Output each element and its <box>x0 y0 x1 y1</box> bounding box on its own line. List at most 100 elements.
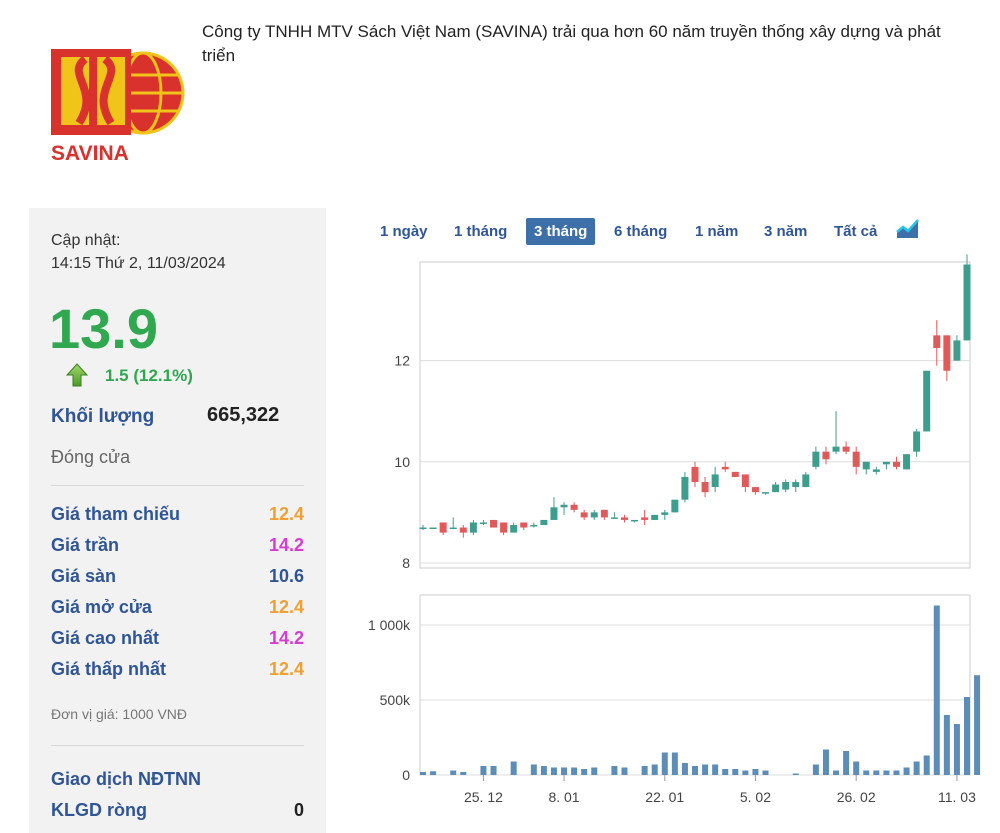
row-label: Giá trần <box>51 535 120 555</box>
volume-bar <box>530 764 537 775</box>
date-tick-label: 22. 01 <box>645 789 684 805</box>
volume-bar <box>833 770 840 775</box>
candle-body <box>691 466 699 483</box>
volume-bar <box>953 724 960 775</box>
volume-bar <box>722 769 729 775</box>
volume-bar <box>792 773 799 775</box>
row-label: KLGD ròng <box>51 800 147 820</box>
area-chart-icon[interactable] <box>896 218 920 245</box>
quote-panel: Cập nhật: 14:15 Thứ 2, 11/03/2024 13.9 1… <box>29 208 326 833</box>
candle-body <box>852 451 860 467</box>
volume-bar <box>450 770 457 775</box>
row-reference-price: Giá tham chiếu 12.4 <box>51 504 304 532</box>
arrow-up-icon <box>65 363 89 387</box>
candle-body <box>832 446 840 452</box>
tab-1-month[interactable]: 1 tháng <box>454 218 507 245</box>
candle-body <box>610 517 618 519</box>
logo-text: SAVINA <box>51 142 129 165</box>
candle-body <box>479 522 487 524</box>
volume-bar <box>420 772 426 775</box>
volume-bar <box>550 767 557 775</box>
candle-body <box>671 499 679 513</box>
candle-body <box>560 504 568 508</box>
tab-3-months[interactable]: 3 tháng <box>526 218 596 245</box>
row-ceiling-price: Giá trần 14.2 <box>51 535 304 563</box>
volume-bar <box>561 767 568 775</box>
tab-1-day[interactable]: 1 ngày <box>380 218 428 245</box>
volume-tick-label: 0 <box>402 767 410 783</box>
candle-body <box>802 474 810 488</box>
row-label: Giá tham chiếu <box>51 504 181 524</box>
volume-bar <box>661 752 668 775</box>
candle-body <box>500 522 508 533</box>
volume-bar <box>843 751 850 775</box>
candle-body <box>701 482 709 493</box>
candle-body <box>903 454 911 470</box>
candle-body <box>792 482 800 488</box>
candle-body <box>812 451 820 467</box>
row-value: 14.2 <box>268 535 304 555</box>
volume-bar <box>651 764 658 775</box>
candle-body <box>731 471 739 477</box>
company-description: Công ty TNHH MTV Sách Việt Nam (SAVINA) … <box>202 22 941 65</box>
candle-body <box>600 509 608 518</box>
candle-body <box>913 431 921 452</box>
price-unit-note: Đơn vị giá: 1000 VNĐ <box>51 706 188 722</box>
foreign-trading-title: Giao dịch NĐTNN <box>51 769 304 797</box>
candle-body <box>490 519 498 528</box>
volume-bar <box>430 771 437 775</box>
candle-body <box>449 527 457 530</box>
volume-bar <box>692 766 698 775</box>
row-low-price: Giá thấp nhất 12.4 <box>51 659 304 687</box>
candle-body <box>510 525 518 533</box>
row-high-price: Giá cao nhất 14.2 <box>51 628 304 656</box>
date-tick-label: 8. 01 <box>548 789 579 805</box>
candle-body <box>892 461 900 467</box>
price-tick-label: 8 <box>402 555 410 571</box>
candle-body <box>661 512 669 515</box>
candle-body <box>620 517 628 520</box>
volume-bar <box>671 752 678 775</box>
close-status: Đóng cửa <box>51 447 131 467</box>
candle-body <box>862 461 870 470</box>
row-label: Giá sàn <box>51 566 117 586</box>
foreign-title-label: Giao dịch NĐTNN <box>51 769 202 789</box>
volume-bar <box>903 767 910 775</box>
candle-body <box>651 514 659 520</box>
candle-body <box>963 264 971 341</box>
volume-bar <box>873 770 880 775</box>
candle-body <box>469 522 477 533</box>
divider <box>51 485 304 486</box>
row-value: 12.4 <box>268 504 304 524</box>
volume-bar <box>480 766 487 775</box>
row-value: 10.6 <box>268 566 304 586</box>
candle-body <box>530 525 538 527</box>
tab-1-year[interactable]: 1 năm <box>695 218 738 245</box>
tab-6-months[interactable]: 6 tháng <box>614 218 667 245</box>
candle-body <box>590 512 598 518</box>
candle-body <box>741 474 749 488</box>
candle-body <box>772 484 780 493</box>
update-time: 14:15 Thứ 2, 11/03/2024 <box>51 255 226 272</box>
volume-bar <box>913 761 920 775</box>
volume-bar <box>702 764 709 775</box>
candle-body <box>842 446 850 452</box>
candle-body <box>872 469 880 472</box>
tab-all[interactable]: Tất cả <box>834 218 877 245</box>
candle-body <box>550 507 558 520</box>
tab-3-years[interactable]: 3 năm <box>764 218 807 245</box>
divider <box>51 745 304 746</box>
volume-bar <box>752 769 759 775</box>
volume-bar <box>974 675 981 775</box>
volume-bar <box>490 766 497 775</box>
volume-bar <box>812 764 819 775</box>
row-open-price: Giá mở cửa 12.4 <box>51 597 304 625</box>
candle-body <box>681 476 689 500</box>
volume-bar <box>681 763 688 775</box>
candle-body <box>782 482 790 490</box>
volume-bar <box>732 769 739 775</box>
price-tick-label: 12 <box>394 353 410 369</box>
savina-logo: SAVINA <box>45 45 185 165</box>
volume-bar <box>933 605 940 775</box>
candle-body <box>721 466 729 470</box>
